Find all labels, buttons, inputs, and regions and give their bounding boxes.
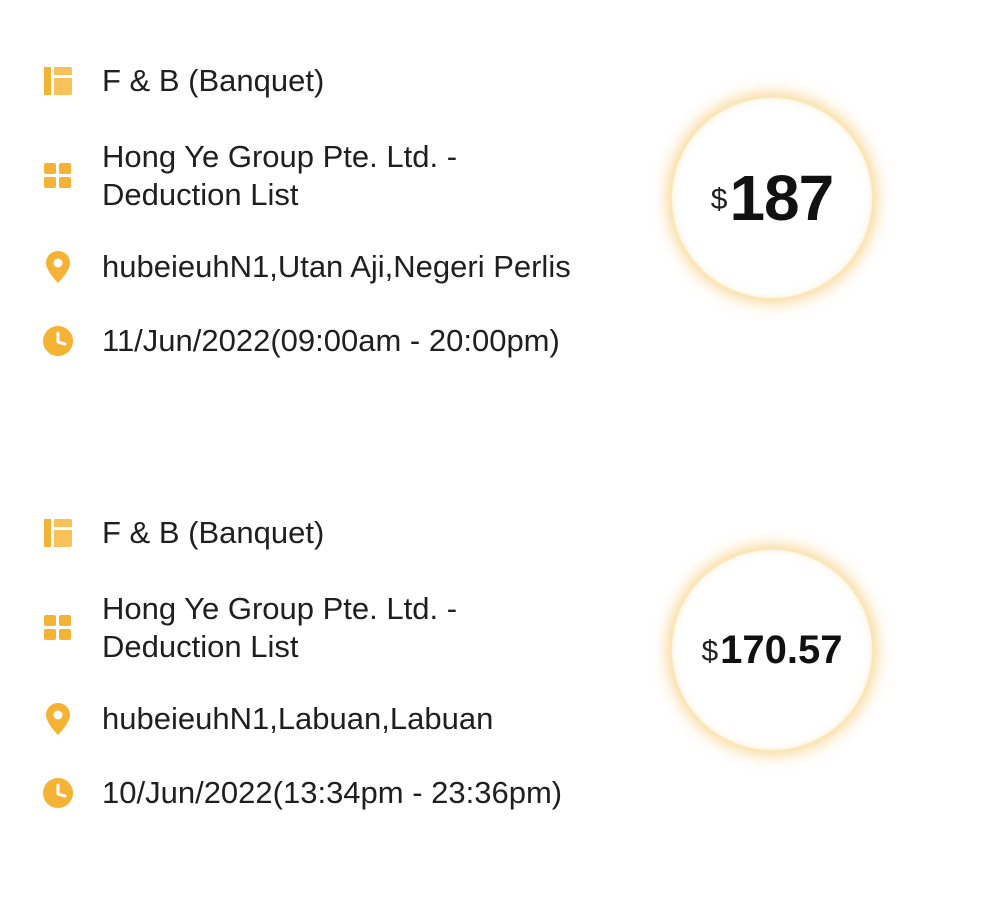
category-row: F & B (Banquet) (40, 514, 324, 552)
time-text: 10/Jun/2022(13:34pm - 23:36pm) (102, 775, 563, 810)
clock-icon (40, 322, 76, 360)
clock-icon (40, 774, 76, 812)
company-icon (40, 138, 76, 214)
category-text: F & B (Banquet) (102, 63, 325, 98)
location-pin-icon (40, 248, 76, 286)
location-row: hubeieuhN1,Labuan,Labuan (40, 700, 493, 738)
amount-badge: $170.57 (672, 550, 872, 750)
location-text: hubeieuhN1,Utan Aji,Negeri Perlis (102, 249, 571, 284)
category-icon (40, 62, 76, 100)
currency-symbol: $ (701, 635, 719, 668)
category-row: F & B (Banquet) (40, 62, 324, 100)
category-text: F & B (Banquet) (102, 515, 325, 550)
location-text: hubeieuhN1,Labuan,Labuan (102, 701, 494, 736)
amount-value: 187 (729, 162, 834, 234)
company-row: Hong Ye Group Pte. Ltd. - Deduction List (40, 590, 457, 666)
currency-symbol: $ (710, 183, 728, 216)
job-card[interactable]: F & B (Banquet) Hong Ye Group Pte. Ltd. … (0, 40, 996, 410)
location-pin-icon (40, 700, 76, 738)
amount-badge: $187 (672, 98, 872, 298)
time-row: 11/Jun/2022(09:00am - 20:00pm) (40, 322, 560, 360)
company-icon (40, 590, 76, 666)
amount-value: 170.57 (720, 627, 843, 672)
time-row: 10/Jun/2022(13:34pm - 23:36pm) (40, 774, 562, 812)
company-text: Hong Ye Group Pte. Ltd. - Deduction List (102, 591, 458, 664)
time-text: 11/Jun/2022(09:00am - 20:00pm) (102, 323, 560, 358)
job-card[interactable]: F & B (Banquet) Hong Ye Group Pte. Ltd. … (0, 492, 996, 862)
company-text: Hong Ye Group Pte. Ltd. - Deduction List (102, 139, 458, 212)
location-row: hubeieuhN1,Utan Aji,Negeri Perlis (40, 248, 571, 286)
category-icon (40, 514, 76, 552)
company-row: Hong Ye Group Pte. Ltd. - Deduction List (40, 138, 457, 214)
